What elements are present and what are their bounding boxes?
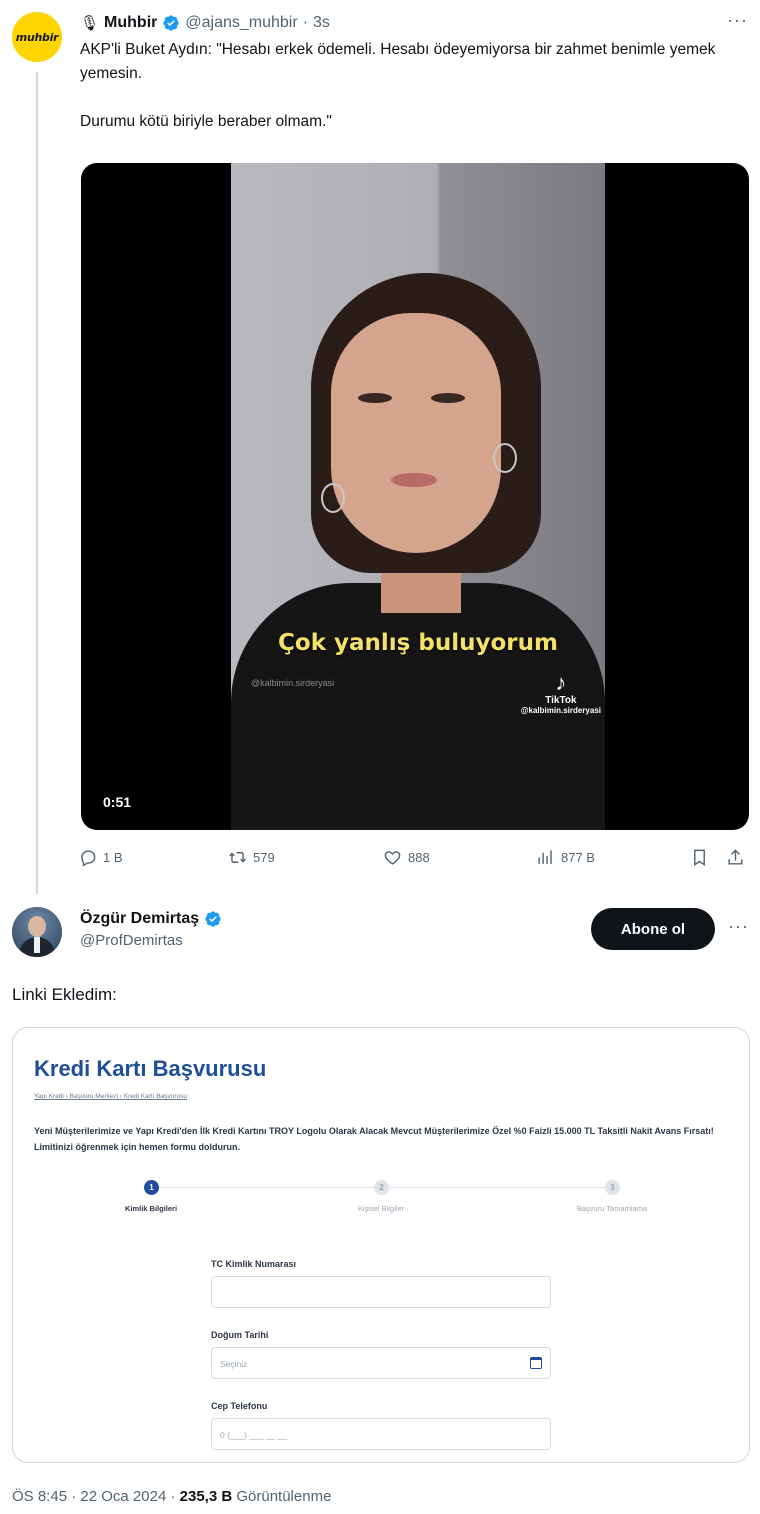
video-frame: Çok yanlış buluyorum @kalbimin.sirderyas… xyxy=(231,163,605,830)
quoted-text-line1: AKP'li Buket Aydın: "Hesabı erkek ödemel… xyxy=(80,41,716,82)
reply-count: 1 B xyxy=(103,850,123,865)
author-name[interactable]: Özgür Demirtaş xyxy=(80,910,199,928)
tweet-time[interactable]: ÖS 8:45 xyxy=(12,1488,67,1505)
earring xyxy=(493,443,517,473)
like-button[interactable]: 888 xyxy=(383,848,430,867)
phone-label: Cep Telefonu xyxy=(211,1401,268,1411)
video-watermark: @kalbimin.sirderyasi xyxy=(251,678,335,688)
bookmark-button[interactable] xyxy=(690,848,709,867)
quoted-text-line2: Durumu kötü biriyle beraber olmam." xyxy=(80,113,332,130)
earring xyxy=(321,483,345,513)
follow-button[interactable]: Abone ol xyxy=(591,908,715,950)
video-duration: 0:51 xyxy=(103,794,132,810)
dob-label: Doğum Tarihi xyxy=(211,1330,269,1340)
step-connector xyxy=(159,1187,375,1188)
more-icon[interactable]: ··· xyxy=(728,916,749,937)
quoted-tweet-text: AKP'li Buket Aydın: "Hesabı erkek ödemel… xyxy=(80,38,730,134)
step-dot-3: 3 xyxy=(605,1180,620,1195)
tiktok-label: TikTok xyxy=(545,695,577,706)
muhbir-avatar-text: muhbir xyxy=(15,30,59,44)
views-icon xyxy=(538,850,552,864)
muhbir-avatar[interactable]: muhbir xyxy=(12,12,62,62)
separator-dot: · xyxy=(302,14,308,31)
tiktok-watermark: ♪ TikTok @kalbimin.sirderyasi xyxy=(520,670,601,716)
card-title: Kredi Kartı Başvurusu xyxy=(34,1056,267,1081)
bookmark-icon xyxy=(694,849,705,866)
retweet-button[interactable]: 579 xyxy=(228,848,275,867)
step-dot-1: 1 xyxy=(144,1180,159,1195)
reply-button[interactable]: 1 B xyxy=(78,848,123,867)
video-person-eye xyxy=(431,393,465,403)
step-label-1: Kimlik Bilgileri xyxy=(124,1204,178,1213)
verified-icon xyxy=(205,911,221,927)
form-stepper: 1 2 3 Kimlik Bilgileri Kişisel Bilgiler … xyxy=(13,1180,749,1220)
share-button[interactable] xyxy=(726,848,745,867)
reply-icon xyxy=(81,850,96,867)
card-description: Yeni Müşterilerimize ve Yapı Kredi'den İ… xyxy=(34,1126,714,1152)
microphone-icon: 🎙 xyxy=(80,15,100,32)
link-card[interactable]: Kredi Kartı Başvurusu Yapı Kredi › Başvu… xyxy=(12,1027,750,1463)
avatar-head xyxy=(28,916,46,937)
video-person-mouth xyxy=(391,473,437,487)
tweet-meta: ÖS 8:45 · 22 Oca 2024 · 235,3 B Görüntül… xyxy=(12,1488,331,1505)
meta-separator: · xyxy=(170,1488,176,1505)
author-block: Özgür Demirtaş @ProfDemirtas xyxy=(80,908,222,949)
video-person-eye xyxy=(358,393,392,403)
retweet-count: 579 xyxy=(253,850,275,865)
author-handle[interactable]: @ProfDemirtas xyxy=(80,932,222,949)
tc-input[interactable] xyxy=(211,1276,551,1308)
phone-input[interactable]: 0 (___) ___ __ __ xyxy=(211,1418,551,1450)
tweet-views: 235,3 B xyxy=(179,1488,233,1505)
step-label-3: Başvuru Tamamlama xyxy=(576,1204,648,1213)
quoted-action-bar: 1 B 579 888 877 B xyxy=(78,848,750,874)
tiktok-icon: ♪ xyxy=(555,670,567,695)
step-label-2: Kişisel Bilgiler xyxy=(357,1204,405,1213)
ozgur-avatar[interactable] xyxy=(12,907,62,957)
views-button[interactable]: 877 B xyxy=(536,848,595,867)
tc-label: TC Kimlik Numarası xyxy=(211,1259,297,1269)
retweet-icon xyxy=(229,852,246,863)
share-icon xyxy=(728,849,743,865)
quoted-tweet-time[interactable]: 3s xyxy=(313,14,330,32)
tweet-text: Linki Ekledim: xyxy=(12,985,117,1004)
quoted-tweet-header: 🎙 Muhbir @ajans_muhbir · 3s xyxy=(80,12,330,34)
quoted-more-icon[interactable]: ··· xyxy=(727,10,748,31)
card-breadcrumb: Yapı Kredi › Başvuru Merkezi › Kredi Kar… xyxy=(34,1093,188,1100)
dob-input[interactable]: Seçiniz xyxy=(211,1347,551,1379)
step-connector xyxy=(389,1187,605,1188)
verified-icon xyxy=(163,15,180,31)
like-icon xyxy=(384,851,401,865)
like-count: 888 xyxy=(408,850,430,865)
video-player[interactable]: Çok yanlış buluyorum @kalbimin.sirderyas… xyxy=(81,163,749,830)
tweet-views-label: Görüntülenme xyxy=(236,1488,332,1505)
tiktok-handle: @kalbimin.sirderyasi xyxy=(520,706,601,715)
dob-placeholder: Seçiniz xyxy=(220,1359,248,1369)
quoted-author-handle[interactable]: @ajans_muhbir xyxy=(185,14,297,32)
meta-separator: · xyxy=(71,1488,77,1505)
quoted-author-name[interactable]: Muhbir xyxy=(104,14,157,32)
calendar-icon[interactable] xyxy=(530,1357,542,1369)
video-person-face xyxy=(331,313,501,553)
video-caption: Çok yanlış buluyorum xyxy=(278,630,558,656)
thread-connector-line xyxy=(36,72,38,894)
step-dot-2: 2 xyxy=(374,1180,389,1195)
avatar-shirt xyxy=(34,937,40,953)
tweet-date[interactable]: 22 Oca 2024 xyxy=(80,1488,166,1505)
views-count: 877 B xyxy=(561,850,595,865)
